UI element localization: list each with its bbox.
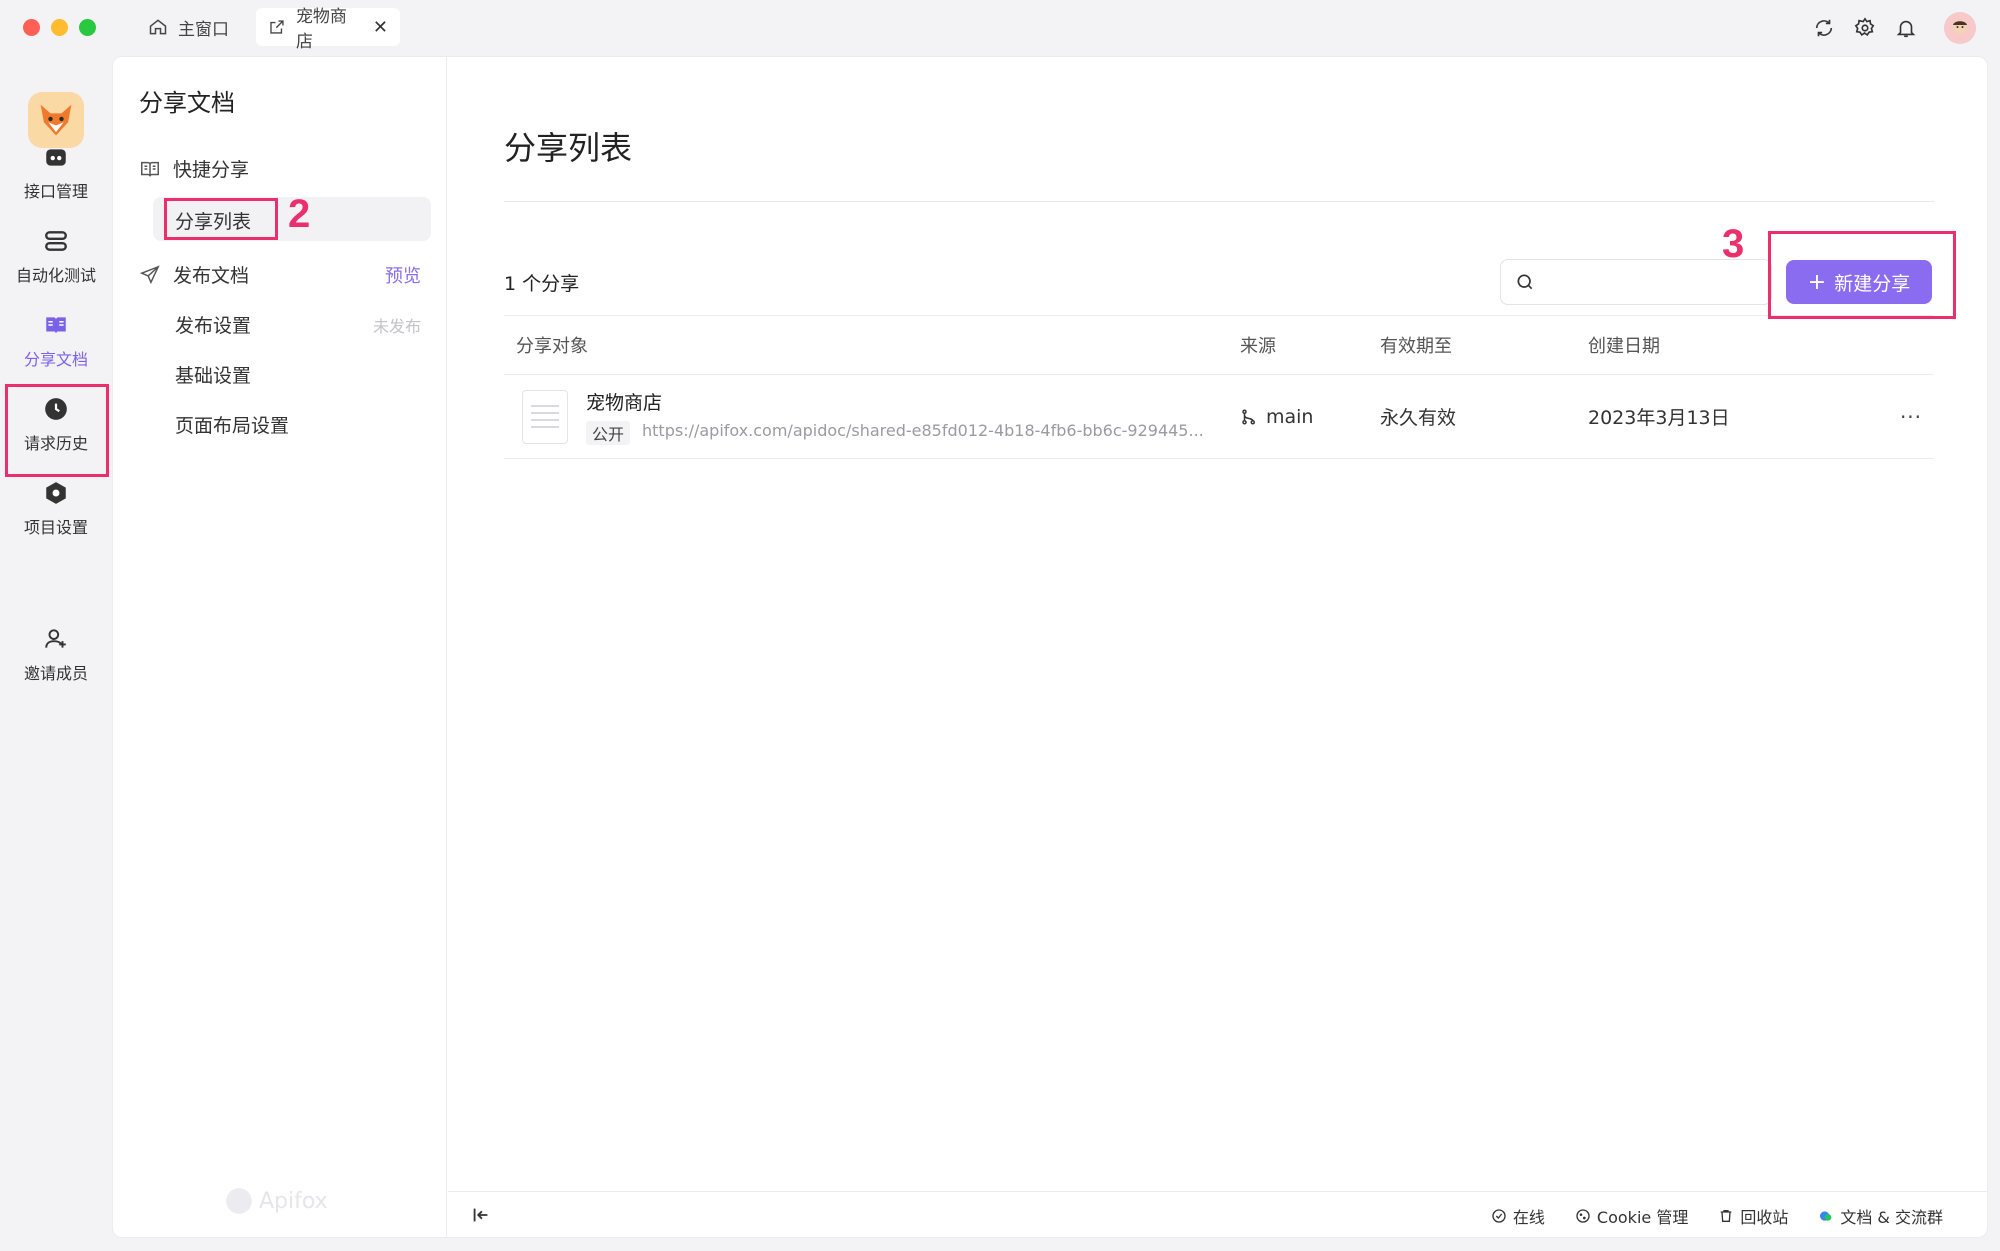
share-count: 1 个分享 <box>504 273 580 295</box>
nav-label: 发布设置 <box>175 315 252 337</box>
online-status[interactable]: 在线 <box>1491 1204 1545 1228</box>
column-header-expires: 有效期至 <box>1380 336 1452 357</box>
content-area: 分享列表 1 个分享 + 新建分享 分享对象 来源 有效期至 创建日期 宠物商店… <box>448 57 1987 1237</box>
minimize-window-button[interactable] <box>51 19 68 36</box>
annotation-box-3 <box>1768 231 1956 319</box>
visibility-badge: 公开 <box>586 421 631 445</box>
project-logo[interactable] <box>28 92 84 148</box>
preview-link[interactable]: 预览 <box>385 262 421 288</box>
annotation-box-2 <box>164 198 278 240</box>
nav-basic-settings[interactable]: 基础设置 <box>175 361 421 388</box>
source-cell: main <box>1240 406 1380 428</box>
chat-bubbles-icon <box>1820 1211 1832 1221</box>
rail-item-label: 分享文档 <box>23 350 88 369</box>
nav-layout-settings[interactable]: 页面布局设置 <box>175 411 421 438</box>
rail-item-api-management[interactable]: 接口管理 <box>0 144 112 202</box>
docs-community[interactable]: 文档 & 交流群 <box>1818 1204 1943 1228</box>
unpublished-status: 未发布 <box>372 316 421 336</box>
rail-item-label: 项目设置 <box>23 518 88 537</box>
apifox-logo-icon <box>226 1188 252 1214</box>
cookie-icon <box>1576 1209 1590 1223</box>
nav-publish-docs[interactable]: 发布文档 预览 <box>139 261 421 288</box>
bell-icon[interactable] <box>1895 17 1917 39</box>
nav-label: 基础设置 <box>175 365 252 387</box>
watermark-text: Apifox <box>259 1188 328 1214</box>
tab-label: 主窗口 <box>178 19 229 40</box>
search-input[interactable] <box>1545 273 1771 291</box>
page-title: 分享列表 <box>504 129 633 167</box>
divider <box>504 201 1934 202</box>
more-actions-icon[interactable]: ··· <box>1888 405 1934 429</box>
nav-label: 页面布局设置 <box>175 415 290 437</box>
main-panel: 分享文档 快捷分享 分享列表 发布文档 预览 发布设置 未发布 基础设置 页面布… <box>112 56 1988 1238</box>
collapse-sidebar-icon[interactable] <box>470 1204 492 1226</box>
nav-quick-share[interactable]: 快捷分享 <box>139 155 421 182</box>
rail-item-label: 自动化测试 <box>15 266 96 285</box>
nav-label: 快捷分享 <box>173 159 250 181</box>
nav-title: 分享文档 <box>139 89 235 117</box>
close-tab-icon[interactable]: ✕ <box>373 17 388 38</box>
column-header-created: 创建日期 <box>1588 336 1660 357</box>
search-icon <box>1517 274 1533 290</box>
check-circle-icon <box>1492 1209 1506 1223</box>
layers-icon <box>45 231 67 251</box>
book-icon <box>46 317 66 334</box>
avatar[interactable] <box>1944 12 1976 44</box>
created-date-cell: 2023年3月13日 <box>1588 407 1730 429</box>
docs-label: 文档 & 交流群 <box>1840 1208 1943 1227</box>
rail-item-label: 接口管理 <box>23 182 88 201</box>
share-target-cell: 宠物商店 公开 https://apifox.com/apidoc/shared… <box>504 388 1240 445</box>
tab-pet-store[interactable]: 宠物商店 ✕ <box>256 7 400 52</box>
nav-label: 发布文档 <box>173 265 250 287</box>
user-add-icon <box>45 629 66 648</box>
apifox-watermark: Apifox <box>225 1187 328 1215</box>
expires-cell: 永久有效 <box>1380 407 1457 429</box>
column-header-target: 分享对象 <box>516 336 588 357</box>
annotation-number-2: 2 <box>288 192 311 236</box>
online-label: 在线 <box>1512 1208 1545 1227</box>
table-row[interactable]: 宠物商店 公开 https://apifox.com/apidoc/shared… <box>504 375 1934 459</box>
share-table: 分享对象 来源 有效期至 创建日期 宠物商店 公开 https://apifox… <box>504 315 1934 459</box>
hexagon-icon <box>46 482 66 504</box>
tab-main-window[interactable]: 主窗口 <box>136 8 241 46</box>
annotation-number-3: 3 <box>1722 222 1745 266</box>
maximize-window-button[interactable] <box>79 19 96 36</box>
trash-label: 回收站 <box>1740 1208 1789 1227</box>
refresh-icon[interactable] <box>1813 17 1835 39</box>
share-url[interactable]: https://apifox.com/apidoc/shared-e85fd01… <box>642 421 1218 445</box>
fox-icon <box>40 104 72 136</box>
recycle-bin[interactable]: 回收站 <box>1718 1204 1788 1228</box>
rail-item-project-settings[interactable]: 项目设置 <box>0 480 112 538</box>
rail-item-automated-testing[interactable]: 自动化测试 <box>0 228 112 286</box>
trash-icon <box>1720 1210 1732 1222</box>
home-icon <box>149 19 167 35</box>
title-bar: 主窗口 宠物商店 ✕ <box>0 0 2000 56</box>
gear-icon[interactable] <box>1854 17 1876 39</box>
share-name[interactable]: 宠物商店 <box>586 388 1218 415</box>
share-link-icon <box>270 20 284 34</box>
rail-item-invite-members[interactable]: 邀请成员 <box>0 626 112 684</box>
table-header: 分享对象 来源 有效期至 创建日期 <box>504 315 1934 375</box>
annotation-box-1 <box>5 384 109 477</box>
status-bar: 在线 Cookie 管理 回收站 文档 & 交流群 <box>448 1191 1987 1237</box>
cookie-label: Cookie 管理 <box>1596 1208 1689 1227</box>
left-rail: 接口管理 自动化测试 分享文档 请求历史 项目设置 邀请成员 <box>0 56 112 1251</box>
open-book-icon <box>141 161 159 176</box>
branch-icon <box>1242 409 1255 424</box>
column-header-source: 来源 <box>1240 336 1276 357</box>
close-window-button[interactable] <box>23 19 40 36</box>
api-icon <box>46 149 66 166</box>
rail-item-label: 邀请成员 <box>23 664 88 683</box>
nav-publish-settings[interactable]: 发布设置 未发布 <box>175 311 421 338</box>
document-icon <box>522 389 568 444</box>
rail-item-share-docs[interactable]: 分享文档 <box>0 312 112 370</box>
cookie-manager[interactable]: Cookie 管理 <box>1575 1204 1688 1228</box>
source-branch: main <box>1266 405 1314 428</box>
tab-label: 宠物商店 <box>295 7 347 52</box>
paper-plane-icon <box>139 264 160 284</box>
